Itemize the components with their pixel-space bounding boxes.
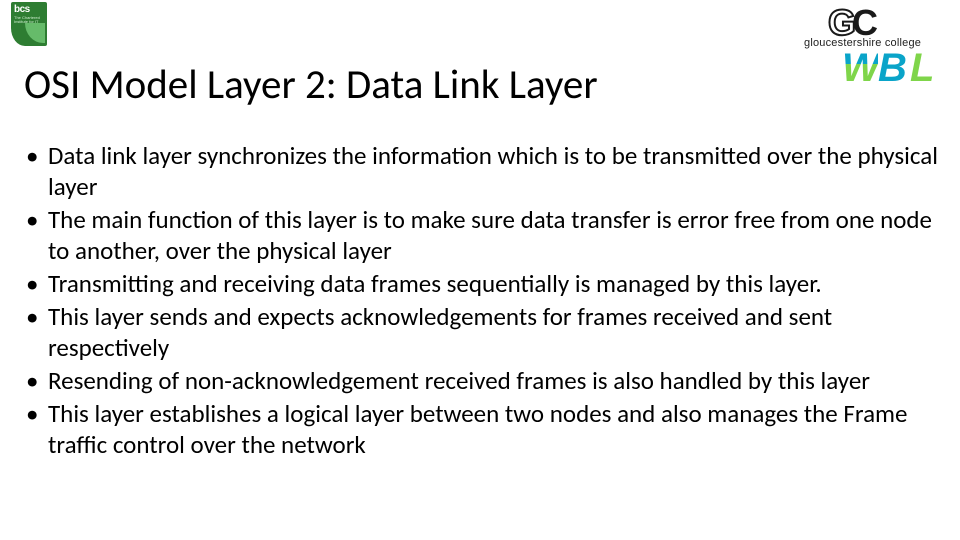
wbl-l-icon: L (910, 46, 934, 91)
wbl-logo: W B L (844, 52, 946, 94)
slide: bcs The Chartered Institute for IT GC gl… (0, 0, 960, 540)
bullet-item: This layer sends and expects acknowledge… (24, 301, 939, 363)
bullet-item: Data link layer synchronizes the informa… (24, 140, 939, 202)
bullet-item: Transmitting and receiving data frames s… (24, 268, 939, 299)
wbl-b-icon: B (878, 46, 907, 91)
wbl-w-icon: W (842, 46, 878, 91)
bullet-item: This layer establishes a logical layer b… (24, 398, 939, 460)
bcs-logo-text: bcs (14, 4, 30, 15)
bcs-logo: bcs The Chartered Institute for IT (11, 2, 47, 46)
slide-body: Data link layer synchronizes the informa… (24, 140, 939, 462)
bcs-logo-subtext: The Chartered Institute for IT (14, 16, 47, 24)
bullet-list: Data link layer synchronizes the informa… (24, 140, 939, 460)
bullet-item: The main function of this layer is to ma… (24, 204, 939, 266)
slide-title: OSI Model Layer 2: Data Link Layer (24, 60, 598, 110)
gc-logo: GC gloucestershire college (798, 4, 946, 48)
bullet-item: Resending of non-acknowledgement receive… (24, 365, 939, 396)
